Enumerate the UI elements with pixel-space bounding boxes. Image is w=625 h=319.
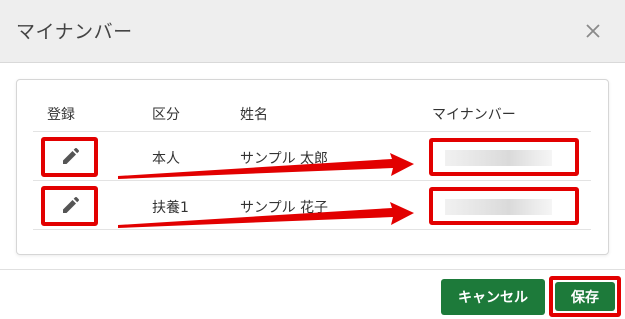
save-button[interactable]: 保存 [555, 282, 615, 311]
row-1-mynumber-field[interactable] [429, 138, 579, 176]
header-divider [33, 131, 591, 132]
row-divider [33, 229, 591, 230]
header-name: 姓名 [240, 107, 268, 123]
header-category: 区分 [152, 107, 180, 123]
masked-mynumber [445, 150, 552, 166]
pencil-icon [62, 148, 79, 164]
masked-mynumber [445, 199, 552, 215]
row-2-category: 扶養1 [152, 200, 189, 216]
cancel-button[interactable]: キャンセル [441, 279, 545, 315]
header-register: 登録 [47, 107, 75, 123]
row-2-name: サンプル 花子 [240, 200, 329, 216]
row-1-name: サンプル 太郎 [240, 151, 329, 167]
row-1-category: 本人 [152, 151, 180, 167]
dialog-title: マイナンバー [16, 21, 133, 43]
pencil-icon [62, 197, 79, 213]
row-2-mynumber-field[interactable] [429, 187, 579, 225]
close-button[interactable] [578, 16, 608, 46]
save-button-highlight: 保存 [549, 276, 621, 317]
row-divider [33, 180, 591, 181]
edit-button-row-2[interactable] [41, 186, 98, 226]
header-mynumber: マイナンバー [432, 107, 516, 123]
edit-button-row-1[interactable] [41, 137, 98, 177]
dialog-header: マイナンバー [0, 0, 625, 63]
close-icon [586, 24, 600, 38]
footer-divider [0, 269, 625, 270]
